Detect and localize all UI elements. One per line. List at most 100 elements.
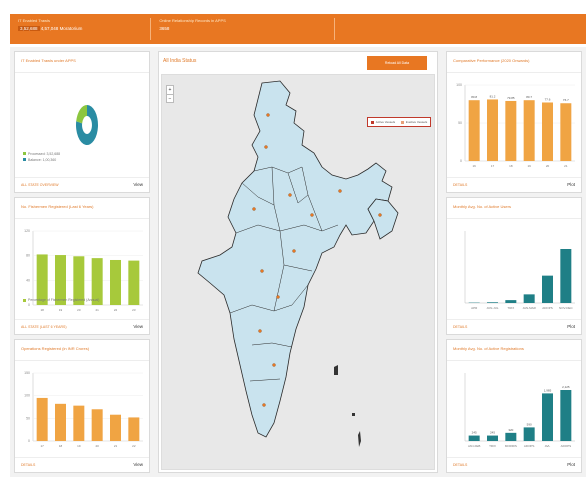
registered-card: IT Enabled Trawls under APPS Processed: … [14,51,150,193]
x-tick-label: 20 [546,164,550,168]
footer-link[interactable]: ALL STATE (LAST 6 YEARS) [21,325,67,329]
zoom-in-button[interactable]: + [167,86,173,94]
view-button[interactable]: View [133,324,143,329]
bar [523,100,535,161]
footer-link[interactable]: DETAILS [21,463,35,467]
legend-swatch [23,152,26,155]
footer-link[interactable]: DETAILS [453,183,467,187]
data-label: 245 [472,431,477,435]
map-legend: Active Vessels Inactive Vessels [367,117,431,127]
map-title: All India Status [163,58,197,64]
x-tick-label: JAN-FEB [468,444,481,448]
data-label: 80.7 [526,95,532,99]
map-marker [310,213,314,217]
x-tick-label: 19 [59,308,63,312]
bar [110,414,121,441]
bar [73,405,85,441]
legend-label: Processed: 3,52,688 [28,152,60,156]
header-stat-label: IT Enabled Trawls [18,18,50,23]
india-map[interactable] [162,75,436,471]
plot-button[interactable]: Plot [567,462,575,467]
legend-label: Active Vessels [375,120,396,124]
y-tick-label: 0 [28,439,30,443]
footer-link[interactable]: DETAILS [453,325,467,329]
y-tick-label: 50 [458,121,462,125]
comparison-card: Comparative Performance (2020 Onwards) 0… [446,51,582,193]
x-tick-label: 21 [114,444,118,448]
map-island [334,365,338,375]
chart-legend: Percentage of Fishermen Registered (Annu… [23,298,99,302]
map-canvas[interactable]: + − Active Vessels Inactive Vessels [161,74,435,470]
y-tick-label: 100 [456,83,462,87]
card-footer: DETAILS Plot [447,319,581,334]
y-tick-label: 40 [26,278,30,282]
bar [128,417,140,441]
x-tick-label: 21 [95,308,99,312]
view-button[interactable]: View [133,462,143,467]
header-divider [333,18,335,40]
bar [487,435,498,441]
x-tick-label: 19 [527,164,531,168]
monthly-users-bar-chart: APR JUN-JUL TRIX JAN-MAR ADOPS NOV-DEC [464,231,575,310]
plot-button[interactable]: Plot [567,324,575,329]
x-tick-label: 17 [40,444,44,448]
data-label: 245 [490,431,495,435]
x-tick-label: 18 [509,164,513,168]
data-label: 2,125 [562,385,570,389]
x-tick-label: TRIX [507,306,514,310]
x-tick-label: 19 [77,444,81,448]
bar [110,259,121,305]
bar [55,403,66,441]
x-tick-label: TRIX [489,444,496,448]
x-tick-label: 23 [132,308,136,312]
y-tick-label: 50 [26,416,30,420]
reload-data-button[interactable]: Reload All Data [367,56,427,70]
map-marker [292,249,296,253]
plot-button[interactable]: Plot [567,182,575,187]
card-title: Monthly Avg. No. of Active Registrations [453,346,524,351]
x-tick-label: ADOPS [542,306,553,310]
legend-swatch [23,158,26,161]
map-marker [264,145,268,149]
x-tick-label: 22 [132,444,136,448]
x-tick-label: 18 [40,308,44,312]
comparison-bar-chart: 0 50 100 16 80.8 17 81.2 18 79.85 19 80.7 20 77.6 21 7… [456,83,575,168]
card-footer: DETAILS Plot [447,457,581,472]
bar [523,294,535,303]
map-landmass [197,80,393,438]
legend-label: Percentage of Fishermen Registered (Annu… [28,298,100,302]
card-title: Operations Registered (in INR Crores) [21,346,90,351]
bar [91,409,103,441]
data-label: 79.85 [507,96,515,100]
map-marker [338,189,342,193]
bar [487,99,498,161]
card-title: IT Enabled Trawls under APPS [21,58,76,63]
bar [505,300,517,303]
card-footer: ALL STATE (LAST 6 YEARS) View [15,319,149,334]
x-tick-label: 18 [59,444,63,448]
zoom-out-button[interactable]: − [167,94,173,102]
footer-link[interactable]: DETAILS [453,463,467,467]
y-tick-label: 0 [28,303,30,307]
map-marker [276,295,280,299]
header-stat-label: Online Relationship Records in APPS [159,18,226,23]
y-tick-label: 80 [26,254,30,258]
header-stat-value-secondary: 4,57,048 Moratorium [40,26,83,31]
bar [542,102,553,161]
x-tick-label: MORRIS [505,444,517,448]
legend-label: Balance: 1,00,360 [28,158,56,162]
header-bar: IT Enabled Trawls 3,52,688 4,57,048 Mora… [10,14,586,44]
bar [505,432,517,441]
legend-item: Active Vessels [370,120,396,124]
data-label: 77.6 [545,97,551,101]
legend-swatch [370,120,374,124]
bar [560,103,572,161]
donut-slice [76,105,87,124]
x-tick-label: 20 [77,308,81,312]
registered-donut-chart: Processed: 3,52,688 Balance: 1,00,360 [23,105,98,162]
view-button[interactable]: View [133,182,143,187]
footer-link[interactable]: ALL STATE OVERVIEW [21,183,59,187]
data-label: 80.8 [471,95,477,99]
header-stat-value: 3658 [159,26,170,31]
x-tick-label: 21 [564,164,568,168]
